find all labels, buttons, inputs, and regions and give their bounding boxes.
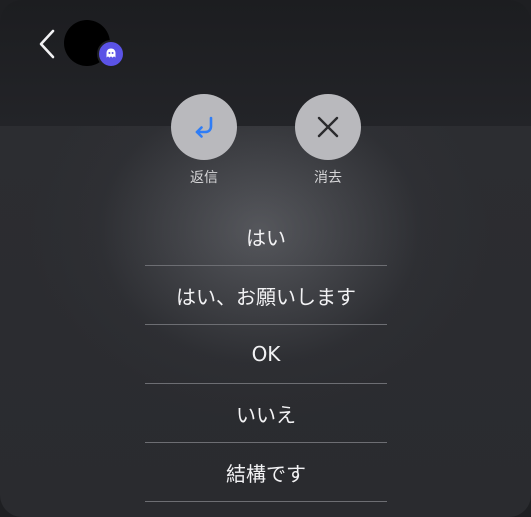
app-badge-icon bbox=[97, 40, 125, 68]
quick-reply-item[interactable]: 結構です bbox=[145, 443, 387, 502]
quick-reply-list: はい はい、お願いします OK いいえ 結構です bbox=[145, 207, 387, 502]
quick-reply-item[interactable]: OK bbox=[145, 325, 387, 384]
back-button[interactable] bbox=[30, 22, 64, 66]
dismiss-button[interactable] bbox=[295, 94, 361, 160]
reply-button[interactable] bbox=[171, 94, 237, 160]
dismiss-action[interactable]: 消去 bbox=[293, 94, 363, 186]
notification-reply-screen: 返信 消去 はい はい、お願いします OK いいえ 結構です bbox=[0, 0, 531, 517]
dismiss-label: 消去 bbox=[314, 170, 342, 186]
close-x-icon bbox=[317, 116, 339, 138]
quick-reply-item[interactable]: いいえ bbox=[145, 384, 387, 443]
reply-label: 返信 bbox=[190, 170, 218, 186]
reply-action[interactable]: 返信 bbox=[169, 94, 239, 186]
reply-arrow-icon bbox=[195, 116, 213, 138]
chevron-left-icon bbox=[39, 29, 55, 59]
quick-reply-item[interactable]: はい、お願いします bbox=[145, 266, 387, 325]
quick-reply-item[interactable]: はい bbox=[145, 207, 387, 266]
contact-avatar[interactable] bbox=[64, 20, 125, 68]
